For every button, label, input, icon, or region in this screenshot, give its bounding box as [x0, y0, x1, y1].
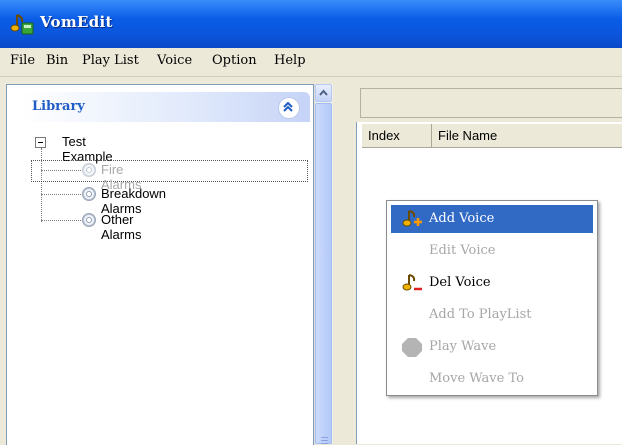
menu-item-label: Move Wave To — [429, 371, 524, 386]
scroll-thumb[interactable] — [315, 103, 332, 444]
column-header-file-name[interactable]: File Name — [432, 124, 622, 148]
disc-icon — [82, 187, 96, 201]
menu-file[interactable]: File — [10, 53, 35, 68]
library-title: Library — [32, 99, 85, 114]
disc-icon — [82, 213, 96, 227]
scroll-grip — [321, 440, 328, 441]
menu-item-del-voice[interactable]: Del Voice — [391, 269, 593, 297]
menu-voice[interactable]: Voice — [157, 53, 192, 68]
tree-item-other-alarms[interactable]: Other Alarms — [101, 212, 141, 242]
menu-bar: File Bin Play List Voice Option Help — [0, 48, 622, 77]
menu-item-edit-voice[interactable]: Edit Voice — [391, 237, 593, 265]
title-bar: VomEdit — [0, 0, 622, 48]
tree-connector — [41, 220, 81, 221]
library-header: Library — [20, 92, 310, 122]
delete-voice-icon — [402, 274, 422, 291]
menu-item-label: Edit Voice — [429, 243, 496, 258]
menu-help[interactable]: Help — [274, 53, 306, 68]
pane-splitter[interactable] — [334, 84, 354, 444]
scroll-up-button[interactable] — [315, 84, 332, 102]
menu-item-play-wave[interactable]: Play Wave — [391, 333, 593, 361]
menu-item-label: Add To PlayList — [429, 307, 532, 322]
tree-selection-focus — [31, 160, 308, 182]
menu-item-label: Play Wave — [429, 339, 497, 354]
menu-item-add-to-playlist[interactable]: Add To PlayList — [391, 301, 593, 329]
menu-item-add-voice[interactable]: Add Voice — [391, 205, 593, 233]
context-menu: Add Voice Edit Voice Del Voice Add To Pl… — [386, 200, 598, 396]
menu-item-move-wave-to[interactable]: Move Wave To — [391, 365, 593, 393]
disc-icon — [82, 163, 96, 177]
app-music-icon — [10, 14, 34, 35]
menu-item-label: Add Voice — [429, 211, 495, 226]
menu-bin[interactable]: Bin — [46, 53, 68, 68]
stop-octagon-icon — [402, 338, 422, 357]
menu-play-list[interactable]: Play List — [82, 53, 139, 68]
library-pane — [6, 84, 314, 445]
add-voice-icon — [402, 210, 422, 227]
column-header-index[interactable]: Index — [362, 124, 432, 148]
scroll-grip — [321, 437, 328, 438]
menu-item-label: Del Voice — [429, 275, 491, 290]
library-scrollbar[interactable] — [314, 84, 333, 444]
right-toolbar — [360, 88, 622, 118]
tree-collapse-toggle[interactable] — [35, 137, 46, 148]
tree-connector — [41, 194, 81, 195]
window-title: VomEdit — [40, 13, 113, 31]
chevron-double-up-icon[interactable] — [278, 97, 300, 119]
menu-option[interactable]: Option — [212, 53, 257, 68]
